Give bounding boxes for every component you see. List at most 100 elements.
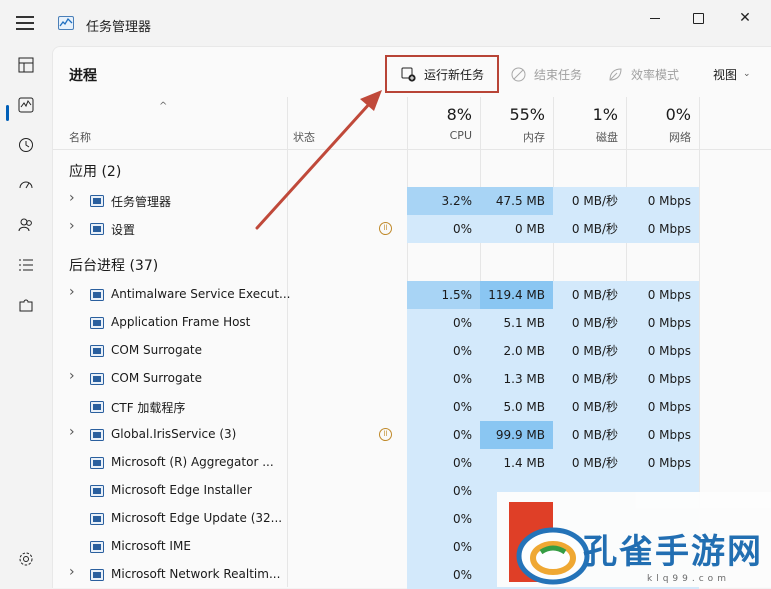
- column-header-cpu[interactable]: CPU: [412, 129, 472, 142]
- process-icon: [90, 457, 104, 469]
- process-icon: [90, 485, 104, 497]
- process-name: Microsoft (R) Aggregator ...: [111, 455, 274, 469]
- table-row[interactable]: › 设置 ll 0% 0 MB 0 MB/秒 0 Mbps: [53, 215, 771, 243]
- process-name: Microsoft Edge Installer: [111, 483, 252, 497]
- nav-processes[interactable]: [14, 53, 38, 77]
- sort-ascending-icon: ^: [159, 101, 168, 112]
- watermark-logo: 孔雀手游网 klq99.com: [497, 492, 771, 587]
- network-cell: 0 Mbps: [626, 187, 699, 215]
- close-icon: ✕: [739, 10, 751, 26]
- header-separator: [53, 149, 771, 150]
- nav-users[interactable]: [14, 213, 38, 237]
- process-name: CTF 加载程序: [111, 401, 186, 415]
- disk-cell: 0 MB/秒: [553, 421, 626, 449]
- process-icon: [90, 541, 104, 553]
- cpu-total[interactable]: 8%: [412, 105, 472, 124]
- cpu-cell: 0%: [407, 421, 480, 449]
- cpu-cell: 0%: [407, 477, 480, 505]
- hamburger-menu-icon[interactable]: [16, 16, 34, 30]
- disk-cell: 0 MB/秒: [553, 393, 626, 421]
- network-cell: 0 Mbps: [626, 421, 699, 449]
- close-button[interactable]: ✕: [725, 6, 765, 30]
- memory-cell: 99.9 MB: [480, 421, 553, 449]
- process-name: Microsoft Edge Update (32...: [111, 511, 283, 525]
- selected-indicator: [6, 105, 9, 121]
- group-header-apps[interactable]: 应用 (2): [69, 161, 121, 181]
- chevron-right-icon[interactable]: ›: [69, 424, 75, 440]
- end-task-icon: [511, 67, 526, 81]
- network-cell: 0 Mbps: [626, 449, 699, 477]
- process-name: 任务管理器: [111, 195, 172, 209]
- run-new-task-label: 运行新任务: [424, 67, 485, 82]
- cpu-cell: 0%: [407, 449, 480, 477]
- chevron-right-icon[interactable]: ›: [69, 218, 75, 234]
- leaf-icon: [609, 67, 622, 81]
- task-manager-app-icon: [58, 16, 74, 30]
- table-row[interactable]: CTF 加载程序 0% 5.0 MB 0 MB/秒 0 Mbps: [53, 393, 771, 421]
- memory-cell: 1.3 MB: [480, 365, 553, 393]
- cpu-cell: 0%: [407, 337, 480, 365]
- network-cell: 0 Mbps: [626, 281, 699, 309]
- column-header-disk[interactable]: 磁盘: [558, 129, 618, 145]
- process-icon: [90, 569, 104, 581]
- chevron-right-icon[interactable]: ›: [69, 190, 75, 206]
- process-icon: [90, 373, 104, 385]
- view-menu-button[interactable]: 视图 ⌄: [713, 55, 751, 93]
- nav-services[interactable]: [14, 293, 38, 317]
- nav-performance[interactable]: [14, 93, 38, 117]
- run-new-task-button[interactable]: 运行新任务: [385, 55, 499, 93]
- nav-details[interactable]: [14, 253, 38, 277]
- disk-cell: 0 MB/秒: [553, 281, 626, 309]
- column-header-memory[interactable]: 内存: [485, 129, 545, 145]
- cpu-cell: 0%: [407, 505, 480, 533]
- nav-startup[interactable]: [14, 173, 38, 197]
- column-header-status[interactable]: 状态: [293, 129, 315, 145]
- memory-cell: 47.5 MB: [480, 187, 553, 215]
- column-header-network[interactable]: 网络: [631, 129, 691, 145]
- group-header-background[interactable]: 后台进程 (37): [69, 255, 158, 275]
- network-cell: 0 Mbps: [626, 309, 699, 337]
- chevron-down-icon: ⌄: [743, 69, 751, 79]
- disk-total[interactable]: 1%: [558, 105, 618, 124]
- minimize-button[interactable]: [635, 6, 675, 30]
- network-total[interactable]: 0%: [631, 105, 691, 124]
- cpu-cell: 0%: [407, 215, 480, 243]
- column-header-name[interactable]: 名称: [69, 129, 91, 145]
- chevron-right-icon[interactable]: ›: [69, 564, 75, 580]
- nav-app-history[interactable]: [14, 133, 38, 157]
- processes-icon: [18, 57, 34, 73]
- table-row[interactable]: › COM Surrogate 0% 1.3 MB 0 MB/秒 0 Mbps: [53, 365, 771, 393]
- cpu-cell: 1.5%: [407, 281, 480, 309]
- disk-cell: 0 MB/秒: [553, 187, 626, 215]
- network-cell: 0 Mbps: [626, 337, 699, 365]
- table-row[interactable]: › Antimalware Service Execut... 1.5% 119.4 …: [53, 281, 771, 309]
- nav-settings[interactable]: [14, 547, 38, 571]
- maximize-button[interactable]: [678, 6, 718, 30]
- cpu-cell: 0%: [407, 365, 480, 393]
- efficiency-mode-button[interactable]: 效率模式: [608, 55, 679, 93]
- watermark-text: 孔雀手游网: [583, 532, 763, 572]
- network-cell: 0 Mbps: [626, 365, 699, 393]
- memory-cell: 119.4 MB: [480, 281, 553, 309]
- chevron-right-icon[interactable]: ›: [69, 368, 75, 384]
- table-row[interactable]: Application Frame Host 0% 5.1 MB 0 MB/秒 0 Mb…: [53, 309, 771, 337]
- end-task-label: 结束任务: [534, 67, 583, 82]
- memory-total[interactable]: 55%: [485, 105, 545, 124]
- table-row[interactable]: › Global.IrisService (3) ll 0% 99.9 MB 0 MB/秒…: [53, 421, 771, 449]
- watermark-emblem-icon: [509, 502, 590, 585]
- process-icon: [90, 317, 104, 329]
- process-icon: [90, 345, 104, 357]
- end-task-button[interactable]: 结束任务: [511, 55, 582, 93]
- efficiency-mode-label: 效率模式: [631, 67, 680, 82]
- memory-cell: 0 MB: [480, 215, 553, 243]
- disk-cell: 0 MB/秒: [553, 215, 626, 243]
- process-icon: [90, 195, 104, 207]
- table-row[interactable]: Microsoft (R) Aggregator ... 0% 1.4 MB 0 MB…: [53, 449, 771, 477]
- chevron-right-icon[interactable]: ›: [69, 284, 75, 300]
- table-row[interactable]: › 任务管理器 3.2% 47.5 MB 0 MB/秒 0 Mbps: [53, 187, 771, 215]
- cpu-cell: 0%: [407, 561, 480, 589]
- suspended-status-icon: ll: [379, 222, 392, 235]
- table-row[interactable]: COM Surrogate 0% 2.0 MB 0 MB/秒 0 Mbps: [53, 337, 771, 365]
- window-title: 任务管理器: [86, 20, 152, 35]
- suspended-status-icon: ll: [379, 428, 392, 441]
